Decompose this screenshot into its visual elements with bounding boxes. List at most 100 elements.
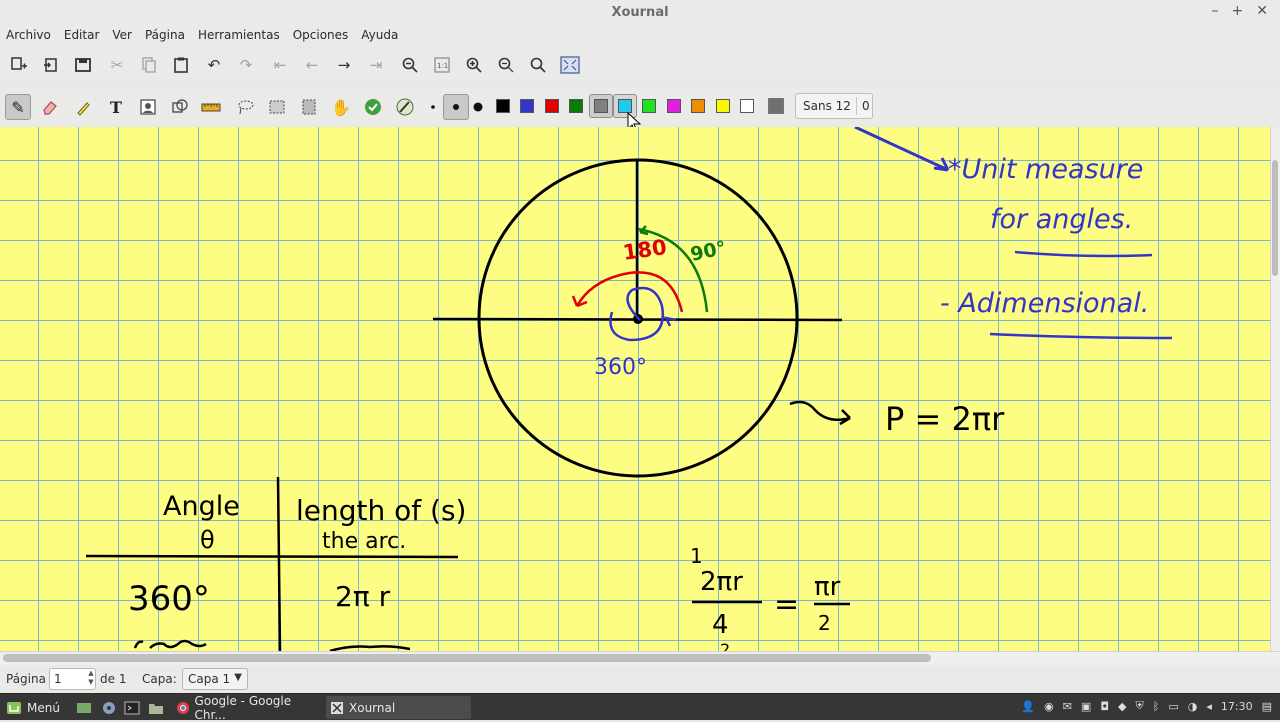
color-swatch[interactable] — [768, 98, 784, 114]
horizontal-scrollbar-thumb[interactable] — [3, 654, 931, 662]
redo-icon[interactable]: ↷ — [234, 53, 258, 77]
menu-ver[interactable]: Ver — [112, 28, 132, 42]
table-row1-angle: 360° — [128, 579, 210, 619]
note-arrow — [854, 127, 949, 172]
menu-pagina[interactable]: Página — [145, 28, 185, 42]
window-title: Xournal — [611, 5, 669, 20]
taskbar-xournal[interactable]: Xournal — [326, 696, 471, 719]
hand-tool-icon[interactable]: ✋ — [328, 94, 354, 120]
color-swatch[interactable] — [569, 99, 583, 113]
eraser-tool-icon[interactable] — [37, 94, 63, 120]
zoom-custom-icon[interactable] — [526, 53, 550, 77]
next-page-icon[interactable]: → — [332, 53, 356, 77]
copy-icon[interactable] — [137, 53, 161, 77]
settings-icon — [103, 701, 115, 714]
menu-ayuda[interactable]: Ayuda — [361, 28, 398, 42]
ruler-icon[interactable] — [198, 94, 224, 120]
first-page-icon[interactable]: ⇤ — [268, 53, 292, 77]
angle-180-label: 180 — [621, 235, 668, 265]
paste-icon[interactable] — [169, 53, 193, 77]
previous-page-icon[interactable]: ← — [300, 53, 324, 77]
vertical-scrollbar-thumb[interactable] — [1272, 160, 1278, 276]
open-document-icon[interactable] — [39, 53, 63, 77]
fullscreen-icon[interactable] — [558, 53, 582, 77]
angle-360-arrowhead — [663, 316, 677, 327]
fraction-numerator-marker: 1 — [690, 544, 703, 568]
clock[interactable]: 17:30 — [1221, 700, 1253, 713]
terminal-launcher[interactable] — [120, 696, 140, 719]
adimensional-underline — [989, 332, 1173, 340]
update-icon[interactable]: ⛨ — [1135, 699, 1143, 713]
camera-icon[interactable]: ◘ — [1100, 700, 1109, 713]
color-swatch[interactable] — [618, 99, 632, 113]
color-swatch[interactable] — [716, 99, 730, 113]
fraction-denominator-marker: 2 — [720, 640, 730, 651]
taskbar-chrome[interactable]: Google - Google Chr... — [172, 694, 322, 722]
menu-herramientas[interactable]: Herramientas — [198, 28, 280, 42]
text-tool-icon[interactable]: T — [103, 94, 129, 120]
color-swatch[interactable] — [545, 99, 559, 113]
zoom-in-icon[interactable] — [462, 53, 486, 77]
for-angles-text: for angles. — [990, 204, 1133, 235]
bluetooth-icon[interactable]: ᛒ — [1153, 700, 1160, 713]
page-spin-arrows-icon[interactable]: ▲ ▼ — [86, 669, 96, 689]
lasso-select-icon[interactable] — [232, 94, 258, 120]
color-swatch[interactable] — [496, 99, 510, 113]
vertical-space-icon[interactable] — [296, 94, 322, 120]
layer-label: Capa: — [142, 672, 177, 686]
pen-tool-icon[interactable]: ✎ — [5, 94, 31, 120]
zoom-100-icon[interactable]: 1:1 — [430, 53, 454, 77]
new-document-icon[interactable] — [7, 53, 31, 77]
cut-icon[interactable]: ✂ — [105, 53, 129, 77]
menu-bar: Archivo Editar Ver Página Herramientas O… — [0, 24, 1280, 46]
color-swatch[interactable] — [642, 99, 656, 113]
default-pen-icon[interactable] — [392, 94, 418, 120]
save-icon[interactable] — [71, 53, 95, 77]
mint-logo-icon — [7, 701, 21, 714]
nvidia-icon[interactable]: ◑ — [1188, 700, 1198, 713]
shape-recognizer-icon[interactable] — [167, 94, 193, 120]
rectangle-select-icon[interactable] — [264, 94, 290, 120]
color-swatch[interactable] — [740, 99, 754, 113]
network-icon[interactable]: ◉ — [1044, 700, 1054, 713]
dropbox-icon[interactable]: ◆ — [1118, 700, 1126, 713]
maximize-button[interactable]: + — [1232, 3, 1244, 19]
font-button[interactable]: Sans 12 0 — [795, 93, 873, 119]
fraction-result-numerator: πr — [814, 572, 841, 602]
default-tool-icon[interactable] — [360, 94, 386, 120]
battery-icon[interactable]: ▭ — [1168, 700, 1178, 713]
fraction-equals: = — [774, 587, 799, 622]
color-swatch[interactable] — [667, 99, 681, 113]
perimeter-formula: P = 2πr — [885, 400, 1005, 438]
color-swatch[interactable] — [594, 99, 608, 113]
note-canvas[interactable]: 90° 180 360° *Unit measure for angles. -… — [0, 127, 1270, 651]
files-launcher[interactable] — [144, 696, 164, 719]
user-icon[interactable]: 👤 — [1021, 700, 1035, 713]
settings-launcher[interactable] — [97, 696, 117, 719]
color-swatch[interactable] — [691, 99, 705, 113]
chat-icon[interactable]: ✉ — [1063, 700, 1072, 713]
menu-editar[interactable]: Editar — [64, 28, 100, 42]
menu-opciones[interactable]: Opciones — [293, 28, 349, 42]
undo-icon[interactable]: ↶ — [202, 53, 226, 77]
highlighter-tool-icon[interactable] — [70, 94, 96, 120]
zoom-fit-width-icon[interactable] — [494, 53, 518, 77]
desktop-icon — [77, 702, 91, 713]
layer-select[interactable]: Capa 1 ▼ — [182, 668, 248, 690]
color-swatch[interactable] — [520, 99, 534, 113]
perimeter-arrowhead — [839, 409, 851, 426]
menu-archivo[interactable]: Archivo — [6, 28, 51, 42]
handwriting-layer[interactable]: 90° 180 360° *Unit measure for angles. -… — [0, 127, 1270, 651]
notes-icon[interactable]: ▤ — [1262, 700, 1272, 713]
minimize-button[interactable]: – — [1212, 3, 1219, 19]
start-menu-button[interactable]: Menú — [2, 696, 68, 719]
volume-icon[interactable]: ◂ — [1206, 700, 1212, 713]
show-desktop-launcher[interactable] — [72, 696, 92, 719]
close-button[interactable]: ✕ — [1256, 3, 1268, 19]
thickness-thick-icon[interactable] — [465, 94, 491, 120]
video-icon[interactable]: ▣ — [1081, 700, 1091, 713]
image-tool-icon[interactable] — [135, 94, 161, 120]
xournal-task-label: Xournal — [349, 700, 396, 715]
zoom-out-icon[interactable] — [398, 53, 422, 77]
last-page-icon[interactable]: ⇥ — [364, 53, 388, 77]
